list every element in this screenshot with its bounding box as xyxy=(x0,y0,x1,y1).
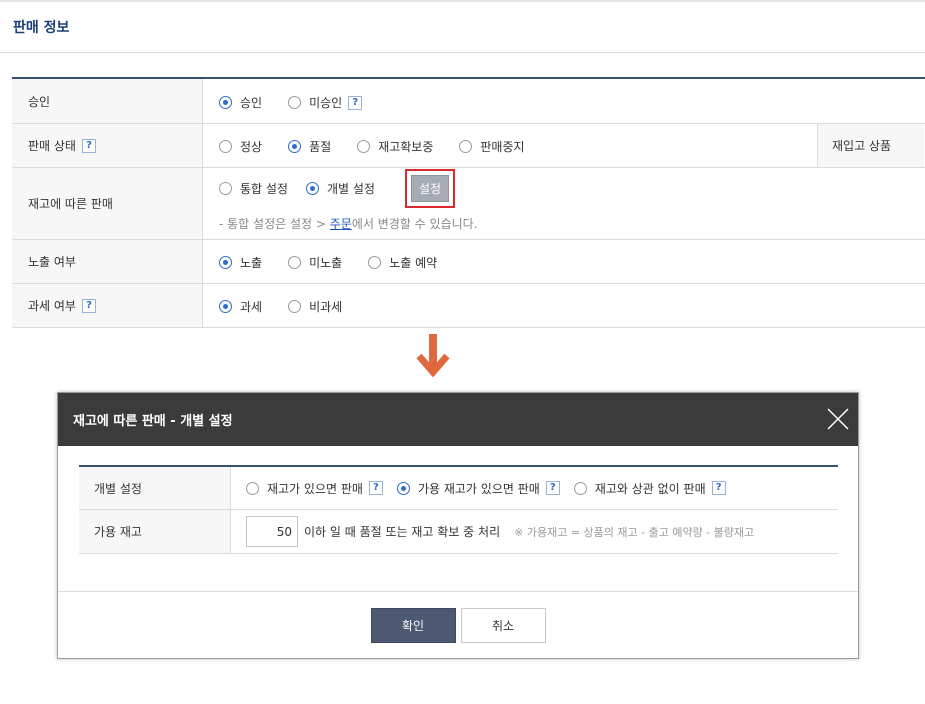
close-icon[interactable] xyxy=(827,408,849,430)
status-option-suspended[interactable]: 판매중지 xyxy=(459,138,525,155)
section-title: 판매 정보 xyxy=(13,20,70,36)
individual-setting-modal: 재고에 따른 판매 - 개별 설정 개별 설정 재고가 있으면 판매 ? 가용 … xyxy=(57,392,859,659)
approval-option-unapproved[interactable]: 미승인 ? xyxy=(288,94,363,111)
exposure-option-reserve[interactable]: 노출 예약 xyxy=(368,254,437,271)
modal-footer: 확인 취소 xyxy=(58,592,858,658)
available-stock-note: ※ 가용재고 = 상품의 재고 - 출고 예약량 - 불량재고 xyxy=(514,525,755,539)
radio-unchecked[interactable] xyxy=(288,300,302,313)
radio-checked[interactable] xyxy=(219,256,232,269)
radio-unchecked[interactable] xyxy=(288,96,302,109)
order-settings-link[interactable]: 주문 xyxy=(330,217,352,231)
approval-option-approved[interactable]: 승인 xyxy=(219,94,262,111)
sales-status-row: 판매 상태 ? 정상 품절 재고확보중 판매중지 재입고 상품 xyxy=(12,124,925,168)
radio-unchecked[interactable] xyxy=(459,140,473,153)
available-stock-label: 가용 재고 xyxy=(79,510,231,553)
radio-unchecked[interactable] xyxy=(219,182,232,195)
help-icon[interactable]: ? xyxy=(368,481,383,495)
stock-option-unified[interactable]: 통합 설정 xyxy=(219,180,288,197)
status-option-normal[interactable]: 정상 xyxy=(219,138,262,155)
settings-button[interactable]: 설정 xyxy=(411,175,449,202)
exposure-option-hide[interactable]: 미노출 xyxy=(288,254,342,271)
arrow-down-icon xyxy=(416,334,450,378)
top-divider xyxy=(0,0,925,2)
option-sell-if-available-stock[interactable]: 가용 재고가 있으면 판매 ? xyxy=(396,480,560,497)
help-icon[interactable]: ? xyxy=(711,481,726,495)
option-sell-if-stock[interactable]: 재고가 있으면 판매 ? xyxy=(246,480,383,497)
radio-checked[interactable] xyxy=(396,481,410,495)
modal-title: 재고에 따른 판매 - 개별 설정 xyxy=(73,414,233,429)
modal-header: 재고에 따른 판매 - 개별 설정 xyxy=(58,393,858,446)
sales-info-form: 승인 승인 미승인 ? 판매 상태 ? 정상 품절 재고확보중 판매중지 재입고… xyxy=(12,77,925,328)
restock-product-label: 재입고 상품 xyxy=(817,124,924,167)
approval-label: 승인 xyxy=(12,79,203,123)
individual-setting-label: 개별 설정 xyxy=(79,467,231,509)
available-stock-suffix: 이하 일 때 품절 또는 재고 확보 중 처리 xyxy=(304,525,501,539)
radio-unchecked[interactable] xyxy=(219,140,232,153)
option-sell-regardless[interactable]: 재고와 상관 없이 판매 ? xyxy=(573,480,726,497)
tax-option-exempt[interactable]: 비과세 xyxy=(288,298,342,315)
stock-sales-row: 재고에 따른 판매 통합 설정 개별 설정 설정 - 통합 설정은 설정 > 주… xyxy=(12,168,925,240)
radio-checked[interactable] xyxy=(288,140,302,153)
exposure-row: 노출 여부 노출 미노출 노출 예약 xyxy=(12,240,925,284)
cancel-button[interactable]: 취소 xyxy=(460,607,546,643)
radio-checked[interactable] xyxy=(219,300,232,313)
modal-form: 개별 설정 재고가 있으면 판매 ? 가용 재고가 있으면 판매 ? 재고와 상… xyxy=(79,465,838,554)
status-option-soldout[interactable]: 품절 xyxy=(288,138,331,155)
modal-body: 개별 설정 재고가 있으면 판매 ? 가용 재고가 있으면 판매 ? 재고와 상… xyxy=(58,446,858,592)
stock-sales-note: - 통합 설정은 설정 > 주문에서 변경할 수 있습니다. xyxy=(219,217,478,231)
settings-button-highlight: 설정 xyxy=(405,169,455,208)
radio-checked[interactable] xyxy=(305,182,319,195)
exposure-option-show[interactable]: 노출 xyxy=(219,254,262,271)
tax-row: 과세 여부 ? 과세 비과세 xyxy=(12,284,925,328)
individual-setting-row: 개별 설정 재고가 있으면 판매 ? 가용 재고가 있으면 판매 ? 재고와 상… xyxy=(79,467,838,510)
confirm-button[interactable]: 확인 xyxy=(370,607,456,643)
radio-checked[interactable] xyxy=(219,96,232,109)
tax-label: 과세 여부 ? xyxy=(12,284,203,327)
radio-unchecked[interactable] xyxy=(288,256,302,269)
help-icon[interactable]: ? xyxy=(545,481,560,495)
stock-sales-label: 재고에 따른 판매 xyxy=(12,168,203,239)
available-stock-input[interactable] xyxy=(246,516,298,547)
help-icon[interactable]: ? xyxy=(348,95,363,110)
exposure-label: 노출 여부 xyxy=(12,240,203,283)
status-option-restocking[interactable]: 재고확보중 xyxy=(357,138,433,155)
available-stock-row: 가용 재고 이하 일 때 품절 또는 재고 확보 중 처리 ※ 가용재고 = 상… xyxy=(79,510,838,554)
tax-option-taxable[interactable]: 과세 xyxy=(219,298,262,315)
radio-unchecked[interactable] xyxy=(246,481,259,495)
help-icon[interactable]: ? xyxy=(81,138,96,153)
help-icon[interactable]: ? xyxy=(81,298,96,313)
sales-status-label: 판매 상태 ? xyxy=(12,124,203,167)
stock-option-individual[interactable]: 개별 설정 xyxy=(305,180,375,197)
approval-row: 승인 승인 미승인 ? xyxy=(12,79,925,124)
radio-unchecked[interactable] xyxy=(357,140,371,153)
radio-unchecked[interactable] xyxy=(368,256,382,269)
title-divider xyxy=(0,52,925,53)
radio-unchecked[interactable] xyxy=(573,481,587,495)
